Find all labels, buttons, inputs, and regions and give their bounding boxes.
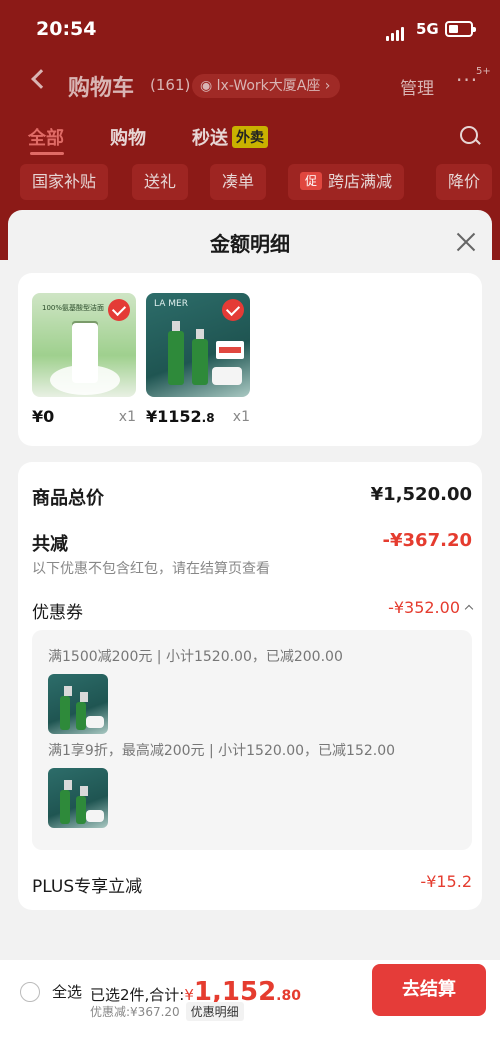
bottle-shape — [168, 321, 184, 385]
product-price: ¥1152.8 — [146, 407, 215, 426]
status-time: 20:54 — [36, 18, 97, 40]
address-text: lx-Work大厦A座 — [216, 78, 321, 94]
coupon-value: -¥352.00 — [388, 598, 460, 617]
cart-title: 购物车 — [68, 76, 135, 101]
bottle-shape — [76, 786, 88, 824]
coupon-rule: 满1500减200元 | 小计1520.00，已减200.00 — [48, 649, 343, 665]
total-label: 商品总价 — [32, 488, 104, 509]
coupon-value-wrap: -¥352.00 — [388, 598, 474, 617]
chevron-up-icon[interactable] — [464, 604, 474, 614]
tab-instant-label: 秒送 — [192, 128, 228, 149]
cart-tabs: 全部 购物 秒送 外卖 — [0, 118, 500, 158]
price-dec: .8 — [201, 411, 215, 425]
price-detail-card: 商品总价 ¥1,520.00 共减 -¥367.20 以下优惠不包含红包，请在结… — [18, 462, 482, 910]
coupon-product-thumbnail — [48, 768, 108, 828]
select-all-radio-icon[interactable] — [20, 982, 40, 1002]
signal-icon — [386, 22, 406, 41]
close-icon[interactable] — [454, 230, 478, 254]
chip-cross-store-label: 跨店满减 — [328, 172, 393, 191]
product-thumbnail: LA MER — [146, 293, 250, 397]
chip-national-subsidy[interactable]: 国家补贴 — [20, 164, 109, 200]
foam-shape — [50, 365, 120, 395]
product-thumbnail: 100%氨基酸型洁面 — [32, 293, 136, 397]
sheet-title: 金额明细 — [210, 232, 290, 256]
bottle-shape — [60, 780, 72, 824]
amount-details-sheet: 金额明细 100%氨基酸型洁面 ¥0 x1 LA MER ¥1152.8 x1 … — [8, 210, 492, 960]
takeout-badge: 外卖 — [232, 126, 268, 148]
thumbnail-caption: 100%氨基酸型洁面 — [42, 304, 105, 312]
check-icon[interactable] — [108, 299, 130, 321]
bottle-shape — [76, 692, 88, 730]
reduce-value: -¥367.20 — [382, 530, 472, 551]
product-item[interactable]: LA MER ¥1152.8 x1 — [146, 293, 250, 426]
chip-add-on[interactable]: 凑单 — [210, 164, 267, 200]
coupon-product-thumbnail — [48, 674, 108, 734]
bottle-shape — [60, 686, 72, 730]
jar-shape — [86, 810, 104, 822]
checkout-bar: 全选 已选2件,合计:¥1,152.80 优惠减:¥367.20 优惠明细 去结算 — [0, 960, 500, 1044]
promo-shape — [216, 341, 244, 359]
cart-count: (161) — [150, 76, 191, 94]
price-int: ¥1152 — [146, 407, 202, 426]
discount-detail-button[interactable]: 优惠明细 — [185, 1002, 244, 1021]
plus-label: PLUS专享立减 — [32, 877, 143, 897]
more-badge: 5+ — [476, 66, 491, 77]
tab-instant[interactable]: 秒送 外卖 — [192, 124, 268, 150]
battery-icon — [445, 21, 476, 37]
jar-shape — [86, 716, 104, 728]
tab-shopping[interactable]: 购物 — [110, 124, 146, 150]
network-label: 5G — [416, 20, 439, 38]
jar-shape — [212, 367, 242, 385]
address-selector[interactable]: ◉ lx-Work大厦A座 › — [192, 74, 341, 98]
chip-price-drop[interactable]: 降价 — [436, 164, 493, 200]
total-dec: .80 — [276, 988, 301, 1004]
products-card: 100%氨基酸型洁面 ¥0 x1 LA MER ¥1152.8 x1 — [18, 273, 482, 446]
promo-badge: 促 — [300, 172, 322, 190]
thumbnail-brand: LA MER — [154, 299, 188, 309]
reduce-label: 共减 — [32, 534, 68, 555]
total-value: ¥1,520.00 — [370, 484, 472, 505]
product-qty: x1 — [118, 409, 136, 425]
filter-chips: 国家补贴 送礼 凑单 促跨店满减 降价 — [0, 164, 500, 204]
search-icon[interactable] — [460, 126, 478, 144]
reduce-note: 以下优惠不包含红包，请在结算页查看 — [32, 561, 270, 577]
reduce-row: 共减 -¥367.20 — [32, 530, 472, 556]
product-price: ¥0 — [32, 407, 55, 426]
more-icon[interactable]: ··· — [456, 68, 478, 92]
coupon-row[interactable]: 优惠券 -¥352.00 — [32, 598, 474, 623]
coupon-rule: 满1享9折，最高减200元 | 小计1520.00，已减152.00 — [48, 743, 396, 759]
tab-all[interactable]: 全部 — [28, 124, 64, 150]
coupon-details: 满1500减200元 | 小计1520.00，已减200.00 满1享9折，最高… — [32, 630, 472, 850]
select-all-label[interactable]: 全选 — [52, 981, 82, 1002]
back-arrow-icon[interactable] — [31, 69, 51, 89]
check-icon[interactable] — [222, 299, 244, 321]
plus-value: -¥15.2 — [420, 872, 472, 891]
total-row: 商品总价 ¥1,520.00 — [32, 484, 472, 510]
bottle-shape — [192, 329, 208, 385]
manage-button[interactable]: 管理 — [400, 74, 434, 99]
discount-line: 优惠减:¥367.20 优惠明细 — [90, 1002, 244, 1021]
chip-cross-store[interactable]: 促跨店满减 — [288, 164, 405, 200]
chip-gift[interactable]: 送礼 — [132, 164, 189, 200]
product-item[interactable]: 100%氨基酸型洁面 ¥0 x1 — [32, 293, 136, 426]
cart-header: 购物车 (161) ◉ lx-Work大厦A座 › 管理 ··· 5+ — [0, 62, 500, 110]
product-qty: x1 — [232, 409, 250, 425]
tab-underline — [30, 152, 64, 155]
status-bar: 20:54 5G — [0, 0, 500, 58]
discount-text: 优惠减:¥367.20 — [90, 1005, 180, 1019]
checkout-button[interactable]: 去结算 — [372, 964, 486, 1016]
coupon-label: 优惠券 — [32, 603, 83, 623]
plus-row: PLUS专享立减 -¥15.2 — [32, 872, 472, 897]
